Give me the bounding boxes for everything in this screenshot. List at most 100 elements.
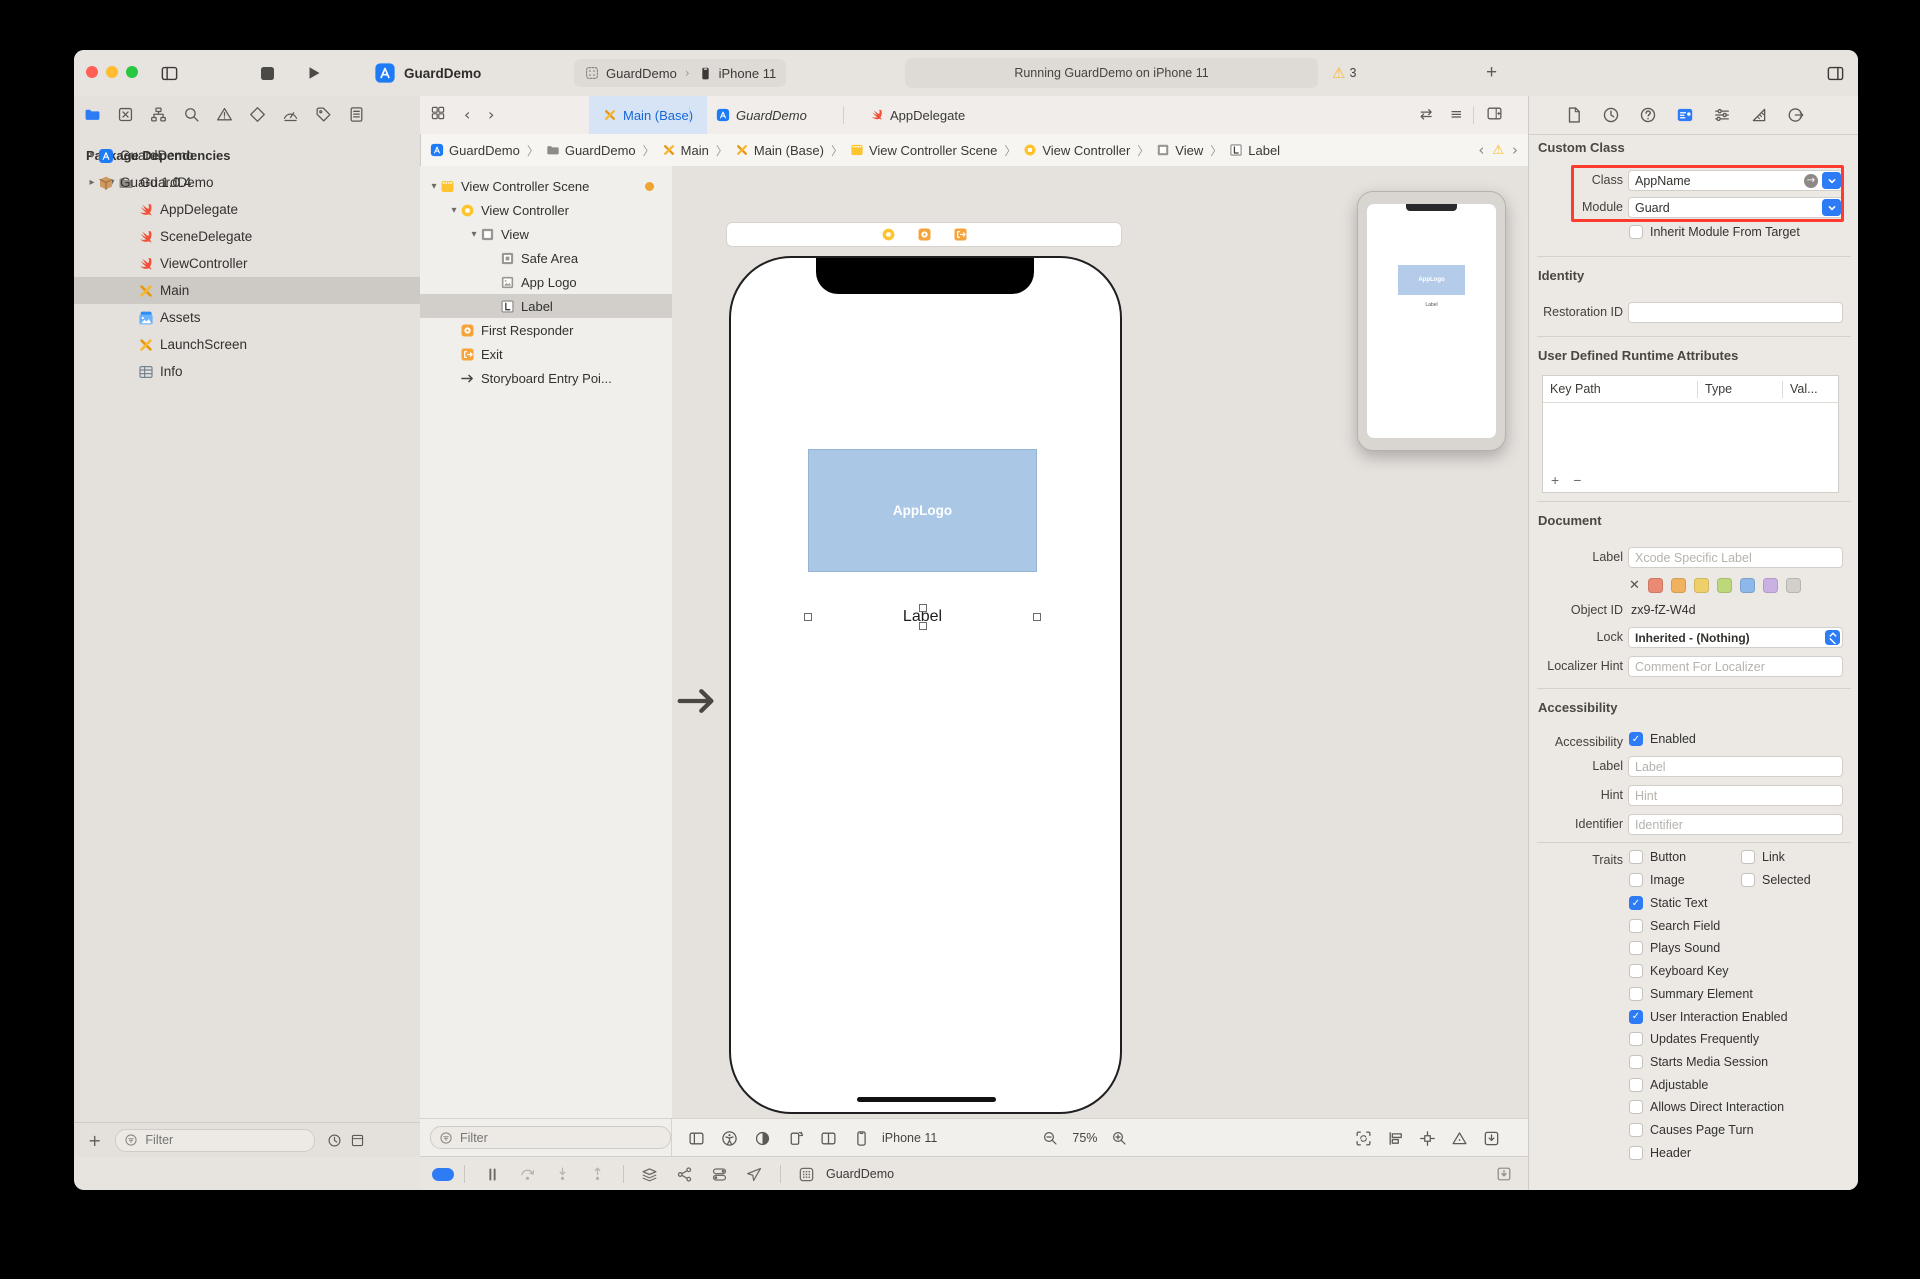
disclosure-icon[interactable]: ▾ bbox=[448, 205, 460, 216]
breadcrumb-item[interactable]: Main bbox=[662, 143, 709, 158]
add-file-button[interactable]: + bbox=[88, 1131, 101, 1150]
checkbox[interactable] bbox=[1629, 987, 1643, 1001]
identity-sel-icon[interactable] bbox=[1676, 106, 1694, 124]
jump-to-class-icon[interactable]: → bbox=[1804, 174, 1818, 188]
align-icon[interactable] bbox=[1387, 1130, 1404, 1147]
add-attribute-button[interactable]: + bbox=[1551, 472, 1559, 488]
accessibility-icon[interactable] bbox=[721, 1130, 738, 1147]
diamond-icon[interactable] bbox=[249, 106, 266, 123]
related-items-icon[interactable] bbox=[430, 105, 446, 121]
ruler-icon[interactable] bbox=[1750, 106, 1768, 124]
no-color-icon[interactable]: ✕ bbox=[1629, 578, 1640, 593]
outline-item-first-responder[interactable]: First Responder bbox=[420, 318, 672, 342]
trait-starts-media-session[interactable]: Starts Media Session bbox=[1629, 1055, 1768, 1069]
breakpoints-toggle[interactable] bbox=[432, 1168, 454, 1181]
exit-icon[interactable] bbox=[953, 227, 968, 242]
trait-updates-frequently[interactable]: Updates Frequently bbox=[1629, 1032, 1759, 1046]
minimize-button[interactable] bbox=[106, 66, 118, 78]
breadcrumb-item[interactable]: View Controller bbox=[1023, 143, 1130, 158]
trait-link[interactable]: Link bbox=[1741, 850, 1785, 864]
document-color-swatch[interactable] bbox=[1740, 578, 1755, 593]
resize-handle-right[interactable] bbox=[1033, 613, 1041, 621]
toggle-left-sidebar-icon[interactable] bbox=[160, 50, 179, 96]
help-icon[interactable] bbox=[1639, 106, 1657, 124]
trait-static-text[interactable]: Static Text bbox=[1629, 896, 1707, 910]
checkbox[interactable] bbox=[1629, 919, 1643, 933]
checkbox[interactable] bbox=[1629, 896, 1643, 910]
add-editor-icon[interactable] bbox=[1486, 105, 1503, 122]
navigator-filter-field[interactable] bbox=[115, 1129, 315, 1152]
trait-keyboard-key[interactable]: Keyboard Key bbox=[1629, 964, 1729, 978]
outline-item-view-controller[interactable]: ▾View Controller bbox=[420, 198, 672, 222]
document-label-field[interactable] bbox=[1628, 547, 1843, 568]
new-tab-button[interactable]: + bbox=[1486, 50, 1497, 96]
navigator-item-package-guard[interactable]: ▸Guard 1.0.4 bbox=[74, 169, 420, 196]
document-color-swatch[interactable] bbox=[1717, 578, 1732, 593]
outline-item-exit[interactable]: Exit bbox=[420, 342, 672, 366]
checkbox[interactable] bbox=[1629, 1032, 1643, 1046]
trait-search-field[interactable]: Search Field bbox=[1629, 919, 1720, 933]
clock-icon[interactable] bbox=[1602, 106, 1620, 124]
step-into-icon[interactable] bbox=[554, 1166, 571, 1183]
document-color-swatch[interactable] bbox=[1648, 578, 1663, 593]
pin-icon[interactable] bbox=[1419, 1130, 1436, 1147]
storyboard-entry-arrow[interactable] bbox=[674, 678, 720, 724]
localizer-hint-input[interactable] bbox=[1629, 660, 1842, 674]
folder-blue-icon[interactable] bbox=[84, 106, 101, 123]
view-controller-icon[interactable] bbox=[881, 227, 896, 242]
document-color-swatch[interactable] bbox=[1786, 578, 1801, 593]
file-icon[interactable] bbox=[1565, 106, 1583, 124]
sourcecontrol-filter-icon[interactable] bbox=[350, 1133, 365, 1148]
rotate-icon[interactable] bbox=[787, 1130, 804, 1147]
memory-graph-icon[interactable] bbox=[676, 1166, 693, 1183]
outline-item-view-controller-scene[interactable]: ▾View Controller Scene bbox=[420, 174, 672, 198]
editor-tab-guarddemo[interactable]: GuardDemo bbox=[702, 96, 821, 134]
gauge-icon[interactable] bbox=[282, 106, 299, 123]
outline-filter-field[interactable] bbox=[430, 1126, 671, 1149]
phone-icon[interactable] bbox=[853, 1130, 870, 1147]
remove-attribute-button[interactable]: − bbox=[1573, 472, 1581, 488]
split-icon[interactable] bbox=[820, 1130, 837, 1147]
trait-button[interactable]: Button bbox=[1629, 850, 1686, 864]
trait-adjustable[interactable]: Adjustable bbox=[1629, 1078, 1708, 1092]
navigator-item-viewcontroller[interactable]: ViewController bbox=[74, 250, 420, 277]
navigator-item-guarddemo[interactable]: ▾GuardDemo bbox=[74, 142, 420, 169]
next-issue-icon[interactable]: › bbox=[1512, 141, 1518, 159]
tag-icon[interactable] bbox=[315, 106, 332, 123]
checkbox[interactable] bbox=[1629, 1078, 1643, 1092]
app-logo-image-view[interactable]: AppLogo bbox=[808, 449, 1037, 572]
zoom-level[interactable]: 75% bbox=[1072, 1131, 1097, 1145]
outline-item-app-logo[interactable]: App Logo bbox=[420, 270, 672, 294]
pause-icon[interactable] bbox=[484, 1166, 501, 1183]
outline-item-storyboard-entry-poi-[interactable]: Storyboard Entry Poi... bbox=[420, 366, 672, 390]
forward-button[interactable]: › bbox=[488, 105, 494, 124]
run-button[interactable] bbox=[306, 50, 322, 96]
search-icon[interactable] bbox=[183, 106, 200, 123]
trait-user-interaction-enabled[interactable]: User Interaction Enabled bbox=[1629, 1010, 1788, 1024]
navigator-filter-input[interactable] bbox=[143, 1132, 287, 1148]
disclosure-icon[interactable]: ▾ bbox=[86, 150, 98, 161]
inherit-module-checkbox[interactable] bbox=[1629, 225, 1643, 239]
trait-image[interactable]: Image bbox=[1629, 873, 1685, 887]
scene-dock[interactable] bbox=[726, 222, 1122, 247]
navigator-item-scenedelegate[interactable]: SceneDelegate bbox=[74, 223, 420, 250]
trait-plays-sound[interactable]: Plays Sound bbox=[1629, 941, 1720, 955]
close-button[interactable] bbox=[86, 66, 98, 78]
navigator-item-main[interactable]: Main bbox=[74, 277, 420, 304]
accessibility-identifier-field[interactable] bbox=[1628, 814, 1843, 835]
attributes-icon[interactable] bbox=[1713, 106, 1731, 124]
checkbox[interactable] bbox=[1629, 1100, 1643, 1114]
class-dropdown-icon[interactable] bbox=[1822, 172, 1841, 189]
disclosure-icon[interactable]: ▾ bbox=[468, 229, 480, 240]
disclosure-icon[interactable]: ▾ bbox=[428, 181, 440, 192]
connections-icon[interactable] bbox=[1787, 106, 1805, 124]
zoom-in-icon[interactable] bbox=[1111, 1130, 1127, 1146]
restoration-id-field[interactable] bbox=[1628, 302, 1843, 323]
step-out-icon[interactable] bbox=[589, 1166, 606, 1183]
previous-issue-icon[interactable]: ‹ bbox=[1478, 141, 1484, 159]
download-icon[interactable] bbox=[1483, 1130, 1500, 1147]
editor-bottom-toggle-icon[interactable] bbox=[1496, 1166, 1512, 1182]
document-color-swatch[interactable] bbox=[1694, 578, 1709, 593]
document-label-input[interactable] bbox=[1629, 551, 1842, 565]
navigator-item-launchscreen[interactable]: LaunchScreen bbox=[74, 331, 420, 358]
